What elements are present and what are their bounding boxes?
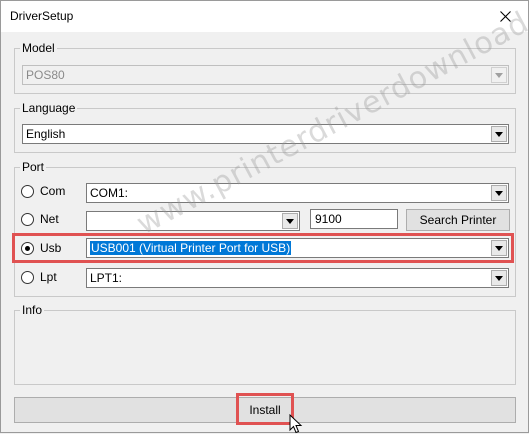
title-bar: DriverSetup	[1, 1, 528, 32]
usb-radio-label: Usb	[40, 241, 62, 255]
com-port-value: COM1:	[90, 186, 129, 200]
com-port-select[interactable]: COM1:	[86, 183, 509, 203]
com-radio-button[interactable]	[21, 184, 34, 198]
net-port-input[interactable]: 9100	[310, 209, 398, 229]
close-button[interactable]	[482, 1, 528, 32]
usb-radio-button[interactable]	[21, 241, 34, 255]
language-select[interactable]: English	[22, 124, 509, 144]
chevron-down-icon	[282, 213, 298, 229]
search-printer-label: Search Printer	[419, 213, 497, 227]
install-button[interactable]: Install	[14, 397, 516, 423]
lpt-radio-label: Lpt	[40, 270, 57, 284]
mouse-cursor-icon	[289, 414, 303, 434]
net-radio[interactable]: Net	[21, 212, 59, 226]
close-icon	[499, 11, 511, 22]
net-port-value: 9100	[315, 212, 342, 226]
com-radio[interactable]: Com	[21, 184, 65, 198]
info-group: Info	[14, 303, 516, 385]
chevron-down-icon	[491, 126, 507, 142]
model-select-value: POS80	[26, 68, 65, 82]
net-radio-label: Net	[40, 212, 59, 226]
net-address-select[interactable]	[86, 211, 300, 231]
usb-radio[interactable]: Usb	[21, 241, 61, 255]
com-radio-label: Com	[40, 184, 66, 198]
usb-port-value: USB001 (Virtual Printer Port for USB)	[90, 241, 292, 255]
lpt-port-value: LPT1:	[90, 271, 123, 285]
usb-port-select[interactable]: USB001 (Virtual Printer Port for USB)	[86, 238, 509, 258]
driver-setup-window: DriverSetup Model POS80 Language English…	[0, 0, 529, 434]
window-title: DriverSetup	[10, 9, 74, 23]
chevron-down-icon	[491, 240, 507, 256]
lpt-radio-button[interactable]	[21, 270, 34, 284]
chevron-down-icon	[491, 67, 507, 83]
info-group-label: Info	[20, 303, 45, 317]
model-select[interactable]: POS80	[22, 65, 509, 85]
net-radio-button[interactable]	[21, 212, 34, 226]
language-group-label: Language	[20, 101, 78, 115]
lpt-radio[interactable]: Lpt	[21, 270, 57, 284]
model-group-label: Model	[20, 41, 57, 55]
chevron-down-icon	[491, 270, 507, 286]
port-group-label: Port	[20, 160, 47, 174]
chevron-down-icon	[491, 185, 507, 201]
search-printer-button[interactable]: Search Printer	[406, 209, 510, 231]
install-label: Install	[249, 403, 281, 417]
lpt-port-select[interactable]: LPT1:	[86, 268, 509, 288]
language-select-value: English	[26, 127, 66, 141]
